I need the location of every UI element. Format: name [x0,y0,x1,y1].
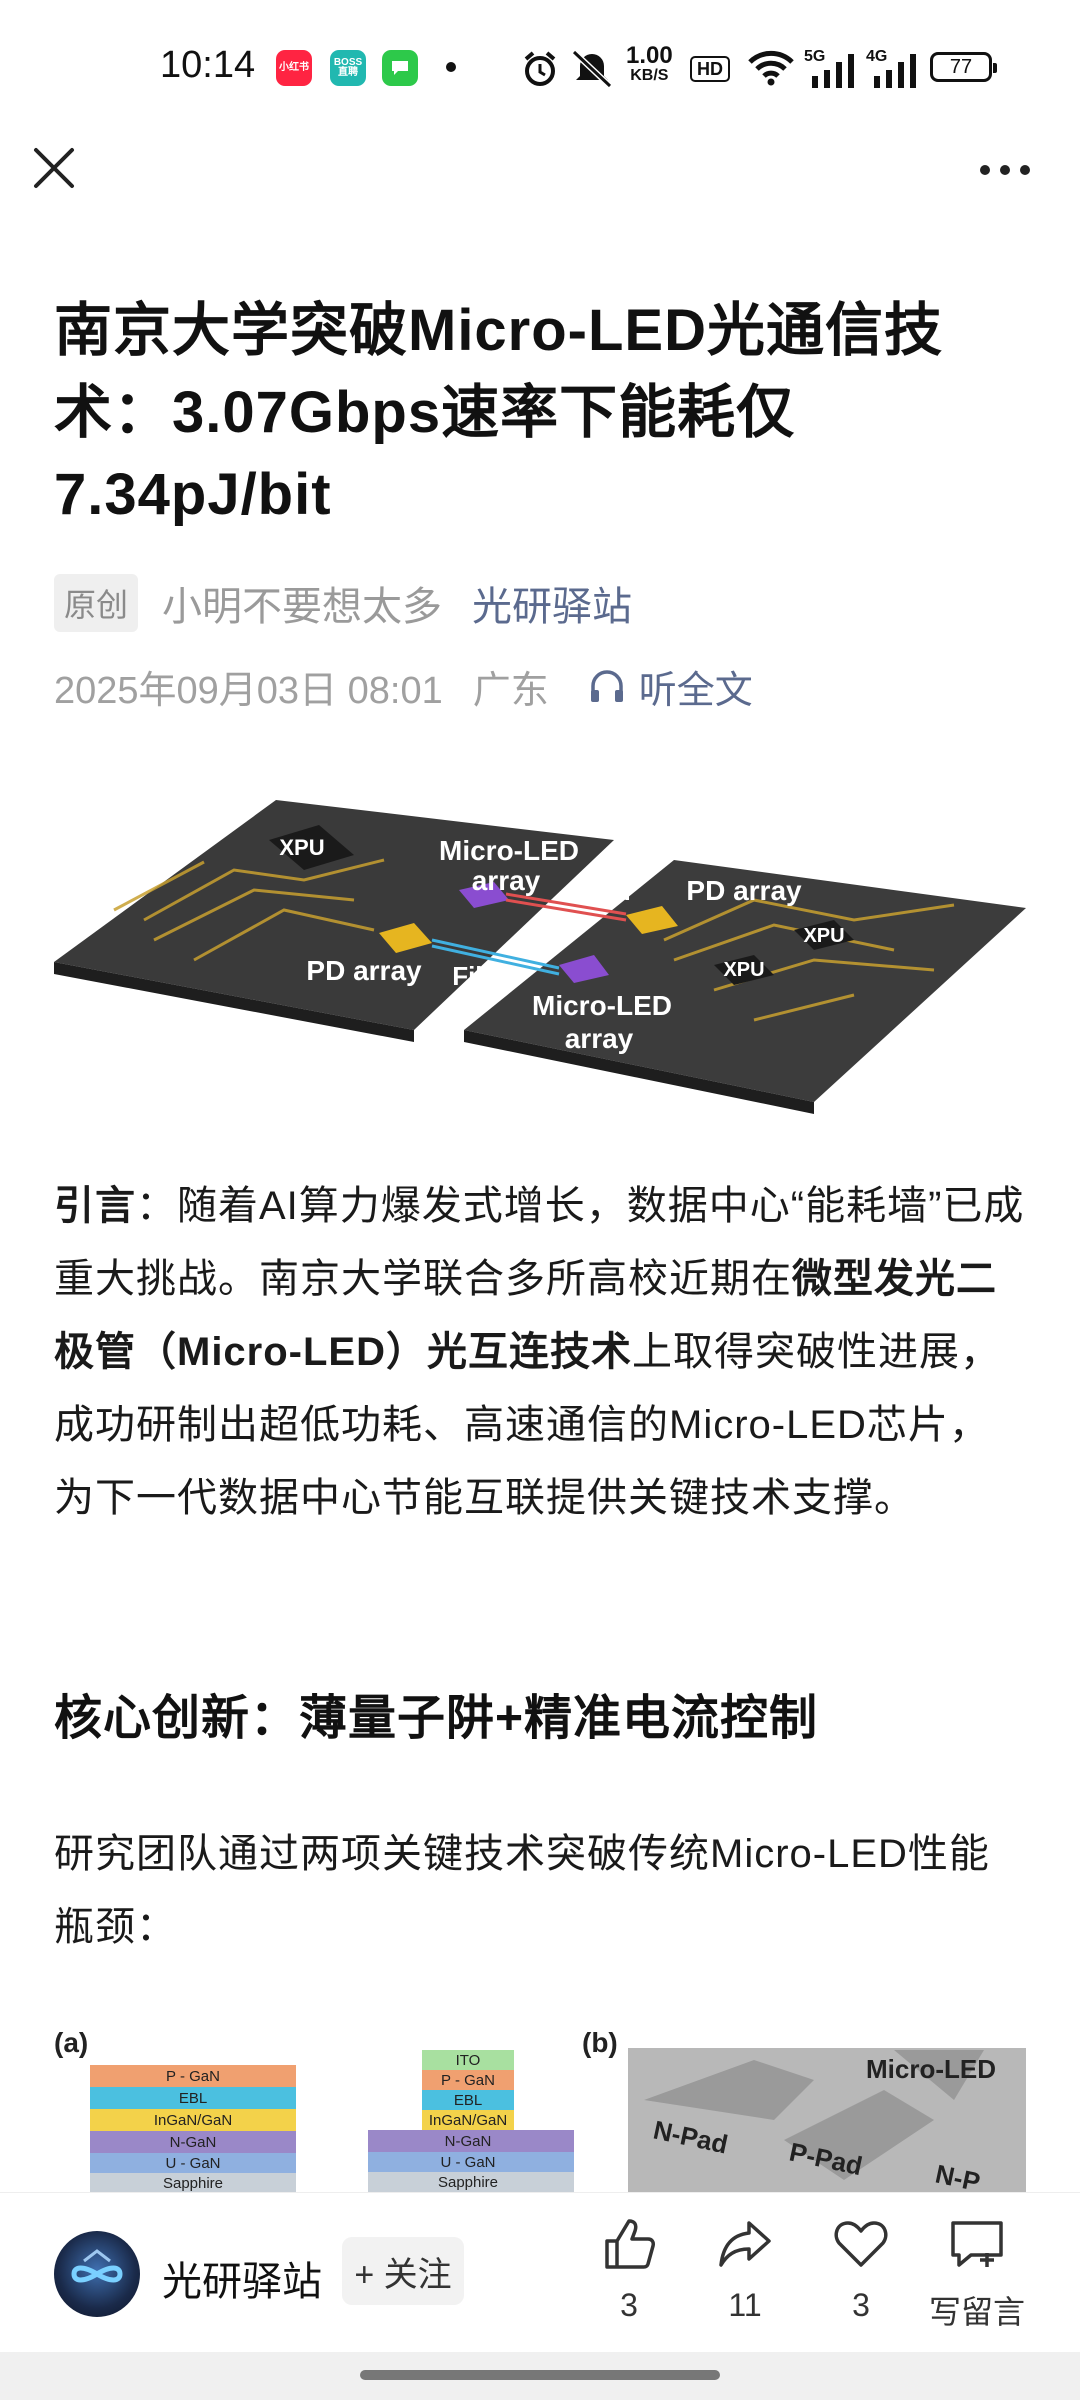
hero-xpu-left: XPU [279,835,324,860]
signal-5g-icon: 5G [804,48,858,88]
intro-lead: 引言 [54,1184,136,1228]
bottom-action-bar: 光研驿站 + 关注 3 11 3 写留言 [0,2192,1080,2353]
original-tag: 原创 [54,574,139,632]
stack-left-1: EBL [179,2090,207,2107]
fig-label-b: (b) [582,2027,618,2058]
stack-right-2: EBL [454,2092,482,2109]
hero-pd-label-1: PD array [686,875,802,906]
more-options-icon[interactable] [975,150,1035,190]
close-icon[interactable] [28,142,80,194]
favorite-button[interactable]: 3 [816,2215,906,2324]
share-button[interactable]: 11 [700,2215,790,2324]
listen-full-button[interactable]: 听全文 [587,659,753,714]
stack-right-6: Sapphire [438,2174,498,2191]
stack-right-1: P - GaN [441,2072,495,2089]
thumbs-up-icon [605,2219,655,2269]
article-date-row: 2025年09月03日 08:01 广东 听全文 [54,660,753,712]
wifi-icon [748,50,794,86]
fig-microled-label: Micro-LED [866,2054,996,2084]
stack-left-2: InGaN/GaN [154,2112,232,2129]
article-meta: 原创 小明不要想太多 光研驿站 [54,574,632,632]
mute-icon [571,49,613,88]
follow-button[interactable]: + 关注 [342,2237,464,2305]
hero-pd-label-2: PD array [306,955,422,986]
comment-button[interactable]: 写留言 [922,2215,1032,2333]
listen-full-label: 听全文 [638,669,753,712]
fig-label-a: (a) [54,2027,88,2058]
signal-4g-icon: 4G [866,48,920,88]
xiaohongshu-app-icon: 小红书 [276,50,312,86]
hero-array-label-1: array [472,865,541,896]
battery-indicator: 77 [930,52,997,82]
section-heading: 核心创新：薄量子阱+精准电流控制 [54,1692,819,1745]
headphones-icon [590,670,623,702]
publish-location: 广东 [472,669,549,712]
hero-xpu-right-1: XPU [803,925,844,947]
stack-left-0: P - GaN [166,2068,220,2085]
hero-microled-label-1: Micro-LED [439,835,579,866]
bottom-account-name[interactable]: 光研驿站 [162,2249,322,2307]
hero-microled-label-2: Micro-LED [532,990,672,1021]
hd-badge: HD [690,56,730,82]
intro-paragraph: 引言：随着AI算力爆发式增长，数据中心“能耗墙”已成重大挑战。南京大学联合多所高… [54,1170,1026,1535]
comment-add-icon [951,2221,1003,2267]
stack-right-0: ITO [456,2052,481,2069]
avatar[interactable] [54,2231,140,2317]
home-indicator[interactable] [360,2370,720,2380]
share-arrow-icon [719,2221,771,2267]
share-count: 11 [728,2287,762,2323]
comment-label: 写留言 [928,2294,1025,2330]
notification-dot [446,62,456,72]
boss-app-icon: BOSS直聘 [330,50,366,86]
account-logo-icon [71,2249,123,2283]
stack-left-4: U - GaN [165,2155,220,2172]
heart-icon [834,2221,888,2267]
body-paragraph: 研究团队通过两项关键技术突破传统Micro-LED性能瓶颈： [54,1832,990,1949]
status-time: 10:14 [160,44,256,86]
stack-right-5: U - GaN [440,2154,495,2171]
stack-left-3: N-GaN [170,2134,217,2151]
stack-right-4: N-GaN [445,2133,492,2150]
like-button[interactable]: 3 [584,2215,674,2324]
publish-date: 2025年09月03日 08:01 [54,669,443,712]
network-speed: 1.00 KB/S [626,42,673,85]
hero-fiber-label-1: Fiber [570,876,634,906]
article-title: 南京大学突破Micro-LED光通信技术：3.07Gbps速率下能耗仅7.34p… [54,298,944,527]
hero-fiber-label-2: Fiber [452,961,516,991]
stack-left-5: Sapphire [163,2175,223,2192]
hero-array-label-2: array [565,1023,634,1054]
hero-xpu-right-2: XPU [723,959,764,981]
figure-structure: (a) P - GaN EBL InGaN/GaN N-GaN U - GaN … [54,2027,1026,2192]
favorite-count: 3 [852,2287,870,2323]
status-bar: 10:14 小红书 BOSS直聘 1.00 KB/S HD 5G 4G 77 [0,0,1080,135]
like-count: 3 [620,2287,638,2323]
hero-illustration: XPU XPU XPU Micro-LED array Fiber PD arr… [54,800,1026,1114]
stack-right-3: InGaN/GaN [429,2112,507,2129]
messages-app-icon [382,50,418,86]
account-link[interactable]: 光研驿站 [472,574,632,632]
alarm-icon [524,51,556,86]
author-name: 小明不要想太多 [162,585,443,629]
